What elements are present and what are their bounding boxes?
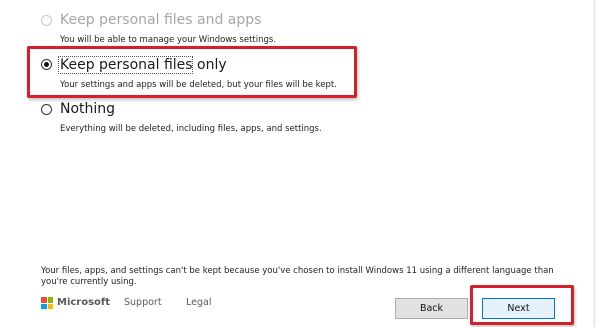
support-link[interactable]: Support [124,297,162,309]
microsoft-brand-text: Microsoft [57,297,111,308]
radio-nothing[interactable] [41,104,52,115]
back-button[interactable]: Back [395,298,468,319]
radio-keep-files-and-apps [41,15,52,26]
option-description: You will be able to manage your Windows … [60,35,277,45]
microsoft-logo: Microsoft [41,297,110,309]
microsoft-windows-icon [41,297,53,309]
highlight-box-selected-option [27,46,357,98]
option-title: Keep personal files and apps [60,12,262,28]
highlight-box-next-button [470,285,574,325]
legal-link[interactable]: Legal [186,297,211,309]
option-description: Everything will be deleted, including fi… [60,124,322,134]
option-title[interactable]: Nothing [60,101,115,117]
